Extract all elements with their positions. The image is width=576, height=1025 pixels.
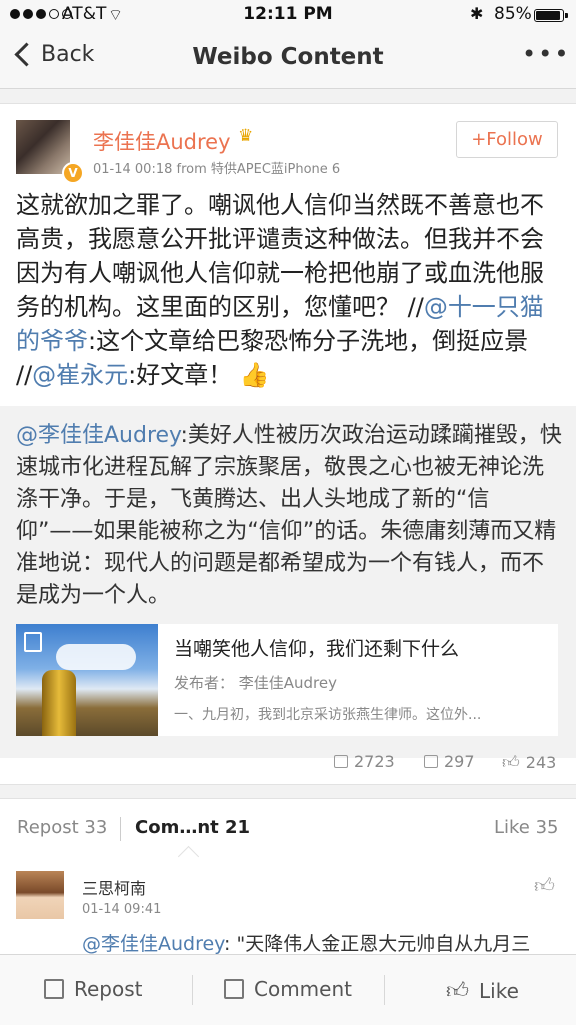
repost-text: @李佳佳Audrey:美好人性被历次政治运动蹂躏摧毁，快速城市化进程瓦解了宗族聚… <box>16 420 562 612</box>
crown-icon: ♛ <box>238 126 254 146</box>
tab-like[interactable]: Like 35 <box>494 817 559 838</box>
page-title: Weibo Content <box>192 44 384 70</box>
tab-comment[interactable]: Com…nt 21 <box>135 817 250 838</box>
share-icon <box>334 755 348 768</box>
article-publisher: 发布者： 李佳佳Audrey <box>174 674 338 692</box>
bottom-toolbar: Repost Comment 👍︎ Like <box>0 954 576 1025</box>
comment-count[interactable]: 297 <box>424 752 475 771</box>
article-thumbnail <box>16 624 158 736</box>
repost-button[interactable]: Repost <box>44 977 143 1001</box>
battery-tip <box>565 13 568 18</box>
thumbs-up-icon: 👍︎ <box>446 979 469 1004</box>
comment-text: @李佳佳Audrey: "天降伟人金正恩大元帅自从九月三 <box>82 929 562 954</box>
post-meta: 01-14 00:18 from 特供APEC蓝iPhone 6 <box>93 162 341 177</box>
repost-body: :美好人性被历次政治运动蹂躏摧毁，快速城市化进程瓦解了宗族聚居，敬畏之心也被无神… <box>16 423 562 608</box>
golden-stupa <box>42 670 76 736</box>
document-icon <box>24 632 42 652</box>
nav-bar: Back Weibo Content ••• <box>0 30 576 89</box>
reposted-content[interactable]: @李佳佳Audrey:美好人性被历次政治运动蹂躏摧毁，快速城市化进程瓦解了宗族聚… <box>0 406 576 773</box>
like-button[interactable]: 👍︎ Like <box>446 977 519 1005</box>
tab-bar: Repost 33 Com…nt 21 Like 35 <box>0 798 576 868</box>
thumbs-up-emoji: 👍 <box>239 361 270 389</box>
mention-link[interactable]: @李佳佳Audrey <box>16 423 180 448</box>
battery-icon <box>534 9 564 22</box>
comment-like-icon[interactable]: 👍︎ <box>534 873 555 898</box>
like-label: Like <box>479 978 519 1003</box>
repost-count[interactable]: 2723 <box>334 752 395 771</box>
comment-item: 三思柯南 01-14 09:41 👍︎ @李佳佳Audrey: "天降伟人金正恩… <box>0 859 576 954</box>
mention-link[interactable]: @李佳佳Audrey <box>82 933 224 954</box>
comment-count-value: 297 <box>444 752 475 771</box>
toolbar-divider <box>384 975 385 1005</box>
bluetooth-icon: ✱ <box>470 4 484 23</box>
post-text-3: :好文章！ <box>128 361 233 389</box>
weibo-post: 李佳佳Audrey ♛ 01-14 00:18 from 特供APEC蓝iPho… <box>0 103 576 785</box>
status-time: 12:11 PM <box>243 4 333 24</box>
author-name[interactable]: 李佳佳Audrey <box>93 126 231 156</box>
repost-label: Repost <box>74 977 143 1001</box>
comment-icon <box>424 755 438 768</box>
tab-divider <box>120 817 121 841</box>
article-title: 当嘲笑他人信仰，我们还剩下什么 <box>174 638 460 660</box>
verified-badge: V <box>62 162 84 184</box>
thumbs-up-icon: 👍︎ <box>502 753 520 773</box>
commenter-avatar[interactable] <box>16 871 64 919</box>
article-card[interactable]: 当嘲笑他人信仰，我们还剩下什么 发布者： 李佳佳Audrey 一、九月初，我到北… <box>16 624 558 736</box>
toolbar-divider <box>192 975 193 1005</box>
share-icon <box>44 979 64 999</box>
comment-label: Comment <box>254 977 352 1001</box>
comment-icon <box>224 979 244 999</box>
like-count[interactable]: 👍︎ 243 <box>502 752 556 773</box>
article-excerpt: 一、九月初，我到北京采访张燕生律师。这位外... <box>174 707 482 723</box>
mention-link[interactable]: @崔永元 <box>32 361 128 389</box>
tab-repost[interactable]: Repost 33 <box>17 817 107 838</box>
comment-button[interactable]: Comment <box>224 977 352 1001</box>
author-avatar[interactable] <box>16 120 70 174</box>
status-bar: AT&T ⌔ 12:11 PM ✱ 85% <box>0 0 576 30</box>
repost-count-value: 2723 <box>354 752 395 771</box>
like-count-value: 243 <box>525 753 557 772</box>
comment-body: : "天降伟人金正恩大元帅自从九月三 <box>224 933 531 954</box>
commenter-name[interactable]: 三思柯南 <box>82 875 146 899</box>
more-options-button[interactable]: ••• <box>522 40 570 68</box>
post-body: 这就欲加之罪了。嘲讽他人信仰当然既不善意也不高贵，我愿意公开批评谴责这种做法。但… <box>16 188 564 392</box>
follow-button[interactable]: +Follow <box>456 121 558 158</box>
battery-percent: 85% <box>494 4 532 24</box>
comment-time: 01-14 09:41 <box>82 902 162 917</box>
cloud-shape <box>56 644 136 670</box>
